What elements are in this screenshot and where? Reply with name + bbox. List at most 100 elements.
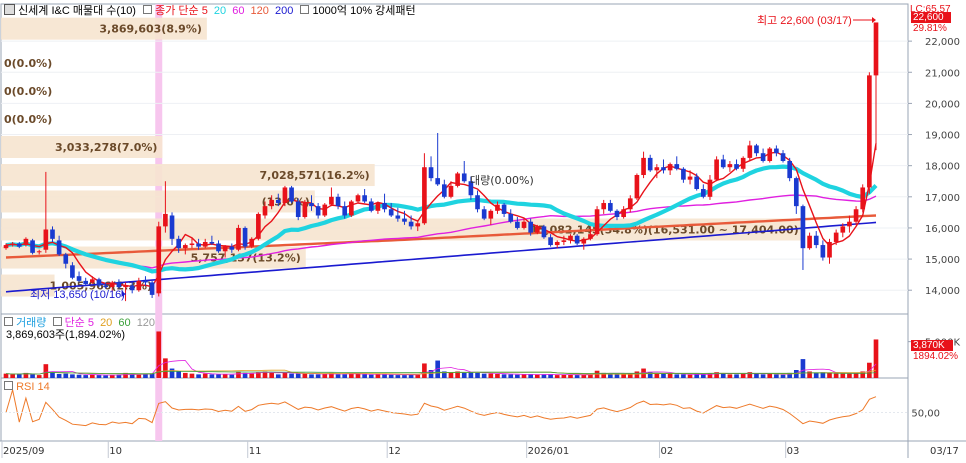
candle — [96, 279, 102, 286]
volume-toggle-icon[interactable] — [4, 317, 13, 326]
candle — [355, 195, 361, 202]
volume-bar — [309, 374, 314, 378]
volume-bar — [96, 375, 102, 378]
candle — [342, 206, 348, 216]
candle — [109, 282, 115, 288]
volume-bar — [827, 372, 832, 378]
volume-ma-120: 120 — [136, 317, 156, 329]
x-axis-label: 02 — [660, 446, 673, 457]
volume-bar — [867, 362, 872, 378]
volume-bar — [774, 374, 779, 378]
candle — [182, 245, 188, 249]
volume-bar — [674, 374, 680, 378]
candle — [787, 161, 792, 179]
x-axis-label: 11 — [249, 446, 262, 457]
volume-bar — [754, 373, 759, 378]
candle — [481, 209, 487, 219]
candle — [720, 159, 726, 168]
candle — [196, 243, 201, 247]
candle — [349, 201, 354, 216]
candle — [209, 241, 215, 244]
candle — [561, 240, 567, 242]
x-axis-label: 12 — [388, 446, 401, 457]
candle — [163, 213, 168, 227]
candle — [362, 195, 367, 202]
candle — [701, 189, 706, 197]
volume-bar — [249, 373, 255, 378]
price-tag-pct: 29.81% — [913, 23, 947, 34]
price-tick-label: 20,000 — [925, 99, 960, 110]
candle — [23, 238, 29, 246]
volume-bar — [275, 374, 281, 378]
volume-bar — [43, 364, 49, 378]
price-header: 신세계 I&C 매물대 수(10) 종가 단순 5 20 60 120 200 … — [4, 4, 416, 18]
candle — [687, 176, 693, 180]
volume-bar — [780, 374, 786, 378]
candle — [269, 199, 274, 207]
volume-profile-label: 3,869,603(8.9%) — [99, 23, 202, 36]
volume-bar — [289, 373, 294, 378]
candle — [435, 178, 441, 185]
high-annotation: 최고 22,600 (03/17) — [757, 15, 852, 27]
volume-ma-toggle-icon[interactable] — [52, 317, 62, 326]
candle — [754, 145, 759, 154]
candle — [495, 204, 500, 211]
candle — [767, 148, 773, 161]
candle — [289, 187, 294, 202]
volume-profile-label: 3,033,278(7.0%) — [55, 141, 158, 154]
candle — [229, 246, 235, 250]
rsi-toggle-icon[interactable] — [4, 381, 13, 390]
candle — [129, 285, 135, 291]
volume-bar — [229, 374, 235, 378]
volume-bar — [501, 374, 507, 378]
candle — [780, 153, 786, 161]
bar-annotation: 대량(0.00%) — [470, 174, 534, 187]
candle — [116, 282, 122, 288]
volume-bar — [415, 374, 421, 378]
price-tick-label: 22,000 — [925, 37, 960, 48]
volume-bar — [654, 373, 660, 378]
candle — [375, 203, 381, 211]
grid-toggle-icon[interactable] — [4, 4, 15, 15]
candle — [455, 173, 460, 186]
x-axis-label: 10 — [109, 446, 122, 457]
volume-bar — [70, 374, 75, 378]
candle — [176, 238, 181, 249]
volume-bar — [222, 374, 228, 378]
volume-bar — [136, 374, 142, 378]
volume-bar — [83, 375, 89, 378]
candle — [156, 226, 162, 294]
volume-bar — [342, 374, 348, 378]
volume-bar — [109, 375, 115, 378]
volume-bar — [448, 372, 454, 378]
rsi-title: RSI 14 — [16, 381, 50, 393]
volume-bar — [335, 374, 341, 378]
volume-bar — [322, 374, 328, 378]
volume-bar — [90, 374, 95, 378]
volume-bar — [3, 373, 9, 378]
candle — [873, 22, 879, 76]
volume-bar — [687, 374, 693, 378]
candle — [83, 280, 89, 284]
x-axis-label: 2025/09 — [3, 446, 45, 457]
volume-bar — [368, 374, 374, 378]
candle — [554, 241, 560, 246]
candle — [867, 75, 872, 188]
candle — [860, 187, 866, 210]
volume-bar — [196, 374, 201, 378]
volume-bar — [395, 375, 401, 378]
candle — [654, 167, 660, 171]
ma-toggle-icon[interactable] — [143, 5, 153, 14]
volume-bar — [727, 374, 733, 378]
candle — [329, 196, 334, 205]
candle — [714, 159, 719, 180]
candle — [581, 238, 587, 244]
candle — [734, 164, 739, 169]
volume-bar — [189, 373, 195, 378]
volume-bar — [574, 375, 580, 378]
candle — [521, 221, 527, 228]
volume-bar — [388, 374, 394, 378]
pattern-toggle-icon[interactable] — [300, 5, 310, 14]
candle — [647, 157, 653, 171]
volume-bar — [760, 374, 766, 378]
